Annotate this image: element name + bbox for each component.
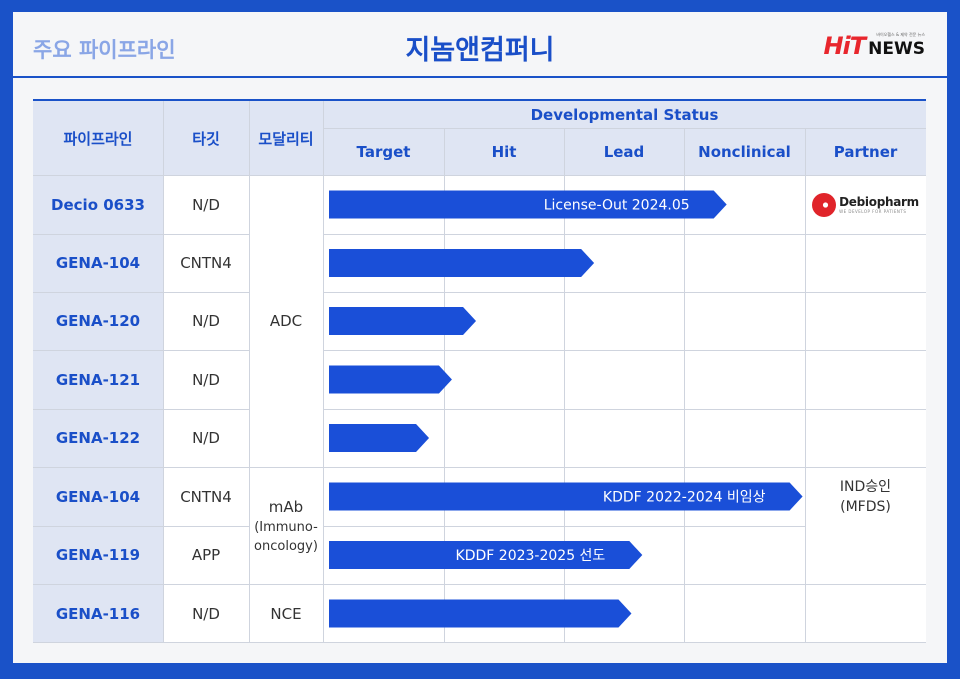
status-bar bbox=[329, 599, 632, 628]
logo-news: NEWS bbox=[868, 39, 925, 59]
pipeline-table: 파이프라인 타깃 모달리티 Developmental Status Targe… bbox=[33, 99, 926, 643]
logo-tagline: 바이오헬스 & 제약 전문 뉴스 bbox=[876, 32, 925, 37]
status-bar-label: License-Out 2024.05 bbox=[544, 198, 690, 214]
card: 주요 파이프라인 지놈앤컴퍼니 바이오헬스 & 제약 전문 뉴스 HiT NEW… bbox=[13, 12, 947, 663]
status-bar-label: KDDF 2023-2025 선도 bbox=[456, 548, 606, 564]
hitnews-logo: 바이오헬스 & 제약 전문 뉴스 HiT NEWS bbox=[823, 32, 925, 60]
status-bar-label: KDDF 2022-2024 비임상 bbox=[603, 490, 766, 506]
logo-hit: HiT bbox=[823, 32, 866, 60]
status-bar bbox=[329, 365, 452, 394]
status-bar bbox=[329, 307, 477, 335]
company-title: 지놈앤컴퍼니 bbox=[405, 35, 555, 66]
status-bar bbox=[329, 249, 595, 277]
status-bars: License-Out 2024.05 KDDF 2022-2024 비임상 KDD… bbox=[329, 190, 803, 628]
header-bar: 주요 파이프라인 지놈앤컴퍼니 바이오헬스 & 제약 전문 뉴스 HiT NEW… bbox=[13, 12, 947, 78]
status-bar bbox=[329, 424, 430, 452]
